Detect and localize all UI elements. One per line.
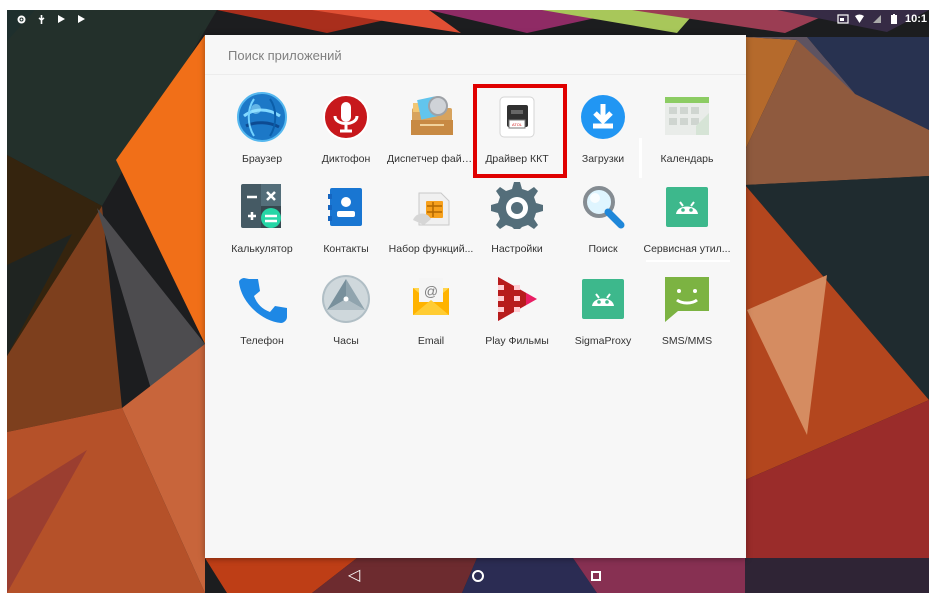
search-input[interactable]: [228, 45, 708, 65]
app-dictaphone[interactable]: Диктофон: [302, 90, 390, 178]
white-selection-mark: [646, 260, 730, 262]
app-play-movies[interactable]: Play Фильмы: [473, 272, 561, 360]
status-bar: 10:1: [7, 10, 929, 34]
printer-icon: ATOL: [490, 90, 544, 144]
app-label: Диспетчер файл...: [387, 153, 475, 165]
settings-glyph: [17, 15, 25, 23]
status-time: 10:1: [904, 13, 927, 25]
app-label: Набор функций...: [388, 243, 474, 255]
signal-icon: [871, 13, 883, 25]
download-icon: [576, 90, 630, 144]
app-search[interactable]: Поиск: [559, 180, 647, 268]
app-sms-mms[interactable]: SMS/MMS: [643, 272, 731, 360]
app-label: Поиск: [588, 243, 618, 255]
play-movies-icon: [490, 272, 544, 326]
wifi-icon: [854, 13, 866, 25]
wifi-glyph: [855, 14, 865, 23]
app-label: Календарь: [660, 153, 714, 165]
cast-glyph: [837, 14, 849, 24]
app-drawer: Браузер Диктофон Диспетчер файл... ATOL …: [205, 35, 746, 558]
app-label: Загрузки: [581, 153, 625, 165]
status-right-icons: 10:1: [837, 13, 927, 25]
signal-glyph: [872, 15, 881, 23]
app-calculator[interactable]: Калькулятор: [218, 180, 306, 268]
usb-icon: [35, 13, 47, 25]
app-settings[interactable]: Настройки: [473, 180, 561, 268]
phone-icon: [235, 272, 289, 326]
app-label: Email: [417, 335, 445, 347]
search-bar[interactable]: [205, 35, 746, 75]
app-file-manager[interactable]: Диспетчер файл...: [387, 90, 475, 178]
magnifier-icon: [576, 180, 630, 234]
browser-globe-icon: [235, 90, 289, 144]
app-label: Настройки: [491, 243, 543, 255]
usb-glyph: [38, 14, 44, 24]
app-service-utility[interactable]: Сервисная утил...: [643, 180, 731, 268]
home-icon: [472, 570, 484, 582]
android-icon: [576, 272, 630, 326]
clock-icon: [319, 272, 373, 326]
cast-icon: [837, 13, 849, 25]
message-icon: [660, 272, 714, 326]
app-browser[interactable]: Браузер: [218, 90, 306, 178]
svg-text:ATOL: ATOL: [512, 122, 523, 127]
app-label: Телефон: [240, 335, 284, 347]
play-glyph: [78, 15, 85, 23]
app-calendar[interactable]: Календарь: [643, 90, 731, 178]
app-label: SMS/MMS: [661, 335, 713, 347]
settings-icon: [15, 13, 27, 25]
navigation-bar: ◁: [7, 560, 929, 593]
svg-text:@: @: [424, 283, 438, 299]
file-manager-icon: [404, 90, 458, 144]
status-left-icons: [15, 13, 87, 25]
app-label: Контакты: [323, 243, 369, 255]
app-toolkit[interactable]: Набор функций...: [387, 180, 475, 268]
app-label: Браузер: [241, 153, 283, 165]
battery-icon: [888, 13, 900, 25]
email-icon: @: [404, 272, 458, 326]
app-email[interactable]: @ Email: [387, 272, 475, 360]
home-button[interactable]: [467, 566, 489, 586]
back-button[interactable]: ◁: [343, 566, 365, 586]
app-label: Часы: [333, 335, 359, 347]
app-downloads[interactable]: Загрузки: [559, 90, 647, 178]
back-icon: ◁: [347, 567, 361, 584]
play-icon: [55, 13, 67, 25]
recents-button[interactable]: [585, 566, 607, 586]
battery-glyph: [890, 13, 897, 24]
microphone-icon: [319, 90, 373, 144]
app-sigma-proxy[interactable]: SigmaProxy: [559, 272, 647, 360]
app-label: Калькулятор: [231, 243, 293, 255]
gear-icon: [490, 180, 544, 234]
play-glyph: [58, 15, 65, 23]
app-phone[interactable]: Телефон: [218, 272, 306, 360]
app-label: Диктофон: [321, 153, 371, 165]
calendar-icon: [660, 90, 714, 144]
recents-icon: [591, 571, 601, 581]
app-label: Play Фильмы: [485, 335, 549, 347]
sim-toolkit-icon: [404, 180, 458, 234]
white-scroll-marker: [639, 138, 642, 178]
app-kkt-driver[interactable]: ATOL Драйвер ККТ: [473, 90, 561, 178]
calculator-icon: [235, 180, 289, 234]
app-label: Сервисная утил...: [643, 243, 731, 255]
app-contacts[interactable]: Контакты: [302, 180, 390, 268]
app-label: SigmaProxy: [574, 335, 632, 347]
android-screen: 10:1 Браузер Диктофон Диспетчер файл... …: [0, 0, 936, 593]
play-icon: [75, 13, 87, 25]
app-clock[interactable]: Часы: [302, 272, 390, 360]
app-label: Драйвер ККТ: [485, 153, 549, 165]
android-icon: [660, 180, 714, 234]
contacts-icon: [319, 180, 373, 234]
